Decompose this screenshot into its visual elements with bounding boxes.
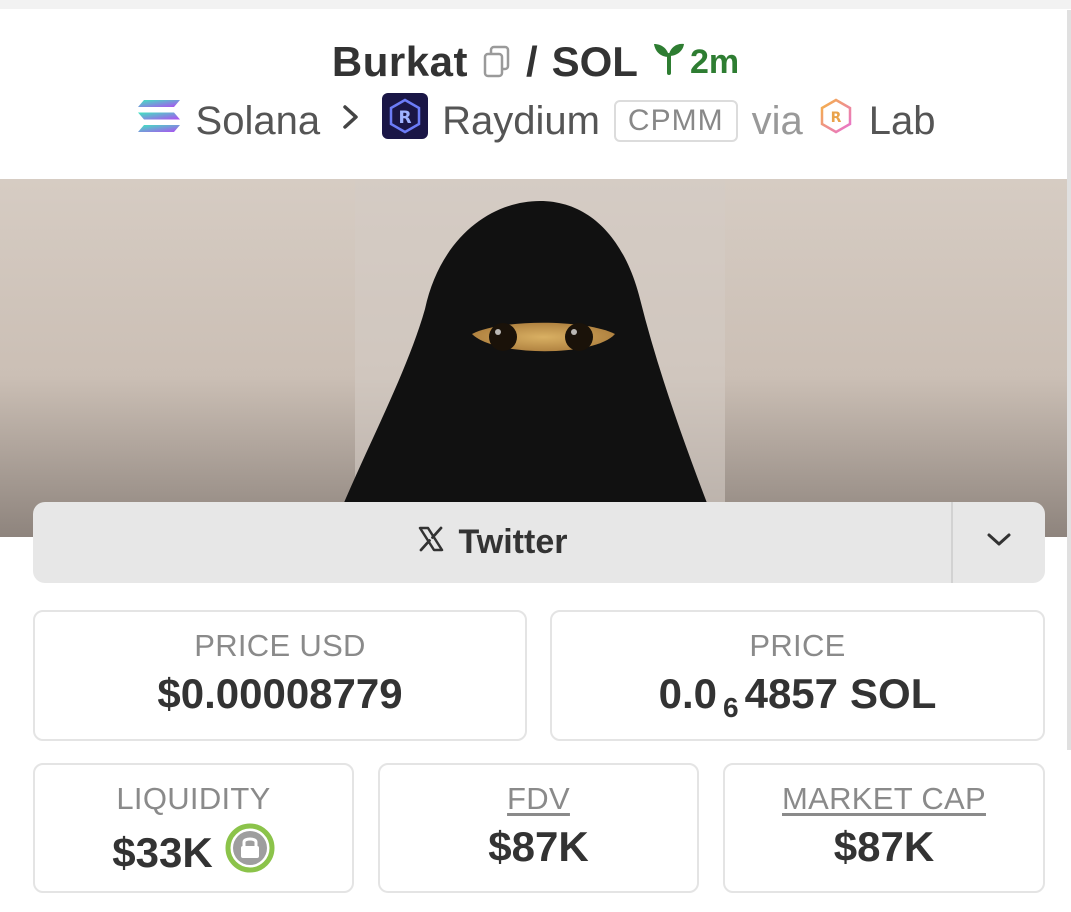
fdv-value: $87K: [488, 823, 589, 870]
price-sol-unit: SOL: [850, 670, 937, 717]
price-usd-card: PRICE USD $0.00008779: [33, 610, 527, 741]
chain-dex-row: Solana R Raydium CPMM via R Lab: [0, 93, 1071, 149]
lock-icon[interactable]: [225, 823, 275, 883]
copy-icon[interactable]: [482, 45, 512, 79]
price-sol-zero-count: 6: [723, 692, 739, 723]
price-sol-digits: 4857: [744, 670, 839, 717]
market-cap-value: $87K: [833, 823, 935, 870]
launchpad-name[interactable]: Lab: [869, 99, 936, 144]
token-banner-image: [0, 179, 1071, 537]
token-pair-page: Burkat / SOL 2m Solana R Raydium CPMM vi…: [0, 0, 1071, 912]
solana-logo-icon: [136, 96, 182, 146]
svg-text:R: R: [830, 110, 841, 126]
price-usd-label: PRICE USD: [194, 628, 366, 663]
pool-type-badge: CPMM: [613, 100, 738, 142]
twitter-button[interactable]: Twitter: [33, 502, 951, 583]
twitter-label: Twitter: [458, 523, 568, 561]
price-sol-value: 0.0 6 4857 SOL: [658, 670, 937, 723]
pair-age: 2m: [652, 41, 739, 84]
price-usd-value: $0.00008779: [157, 670, 403, 717]
liquidity-label: LIQUIDITY: [116, 781, 271, 816]
pair-separator: /: [525, 38, 538, 85]
chain-name[interactable]: Solana: [196, 99, 321, 144]
age-text: 2m: [689, 42, 740, 81]
pair-title: Burkat / SOL 2m: [0, 34, 1071, 90]
quote-symbol: SOL: [551, 38, 638, 85]
seedling-icon: [652, 41, 686, 84]
market-cap-label[interactable]: MARKET CAP: [782, 781, 986, 817]
social-links-bar: Twitter: [33, 502, 1045, 583]
dex-name[interactable]: Raydium: [442, 99, 600, 144]
x-logo-icon: [417, 523, 445, 562]
via-text: via: [751, 98, 803, 143]
scrollbar[interactable]: [1067, 10, 1071, 750]
top-strip: [0, 0, 1071, 9]
liquidity-card: LIQUIDITY $33K: [33, 763, 354, 893]
raydium-logo-icon: R: [382, 93, 429, 149]
svg-text:R: R: [399, 108, 412, 128]
token-name: Burkat: [331, 38, 468, 85]
chevron-down-icon: [985, 531, 1013, 554]
raydium-lab-logo-icon: R: [817, 97, 855, 145]
chevron-right-icon: [340, 102, 362, 141]
fdv-card: FDV $87K: [378, 763, 699, 893]
price-sol-prefix: 0.0: [658, 670, 718, 717]
price-sol-label: PRICE: [749, 628, 846, 663]
market-cap-card: MARKET CAP $87K: [723, 763, 1045, 893]
liquidity-value-row: $33K: [112, 823, 275, 883]
more-links-button[interactable]: [953, 502, 1045, 583]
liquidity-value: $33K: [112, 829, 213, 876]
price-sol-card: PRICE 0.0 6 4857 SOL: [550, 610, 1045, 741]
fdv-label[interactable]: FDV: [507, 781, 570, 817]
